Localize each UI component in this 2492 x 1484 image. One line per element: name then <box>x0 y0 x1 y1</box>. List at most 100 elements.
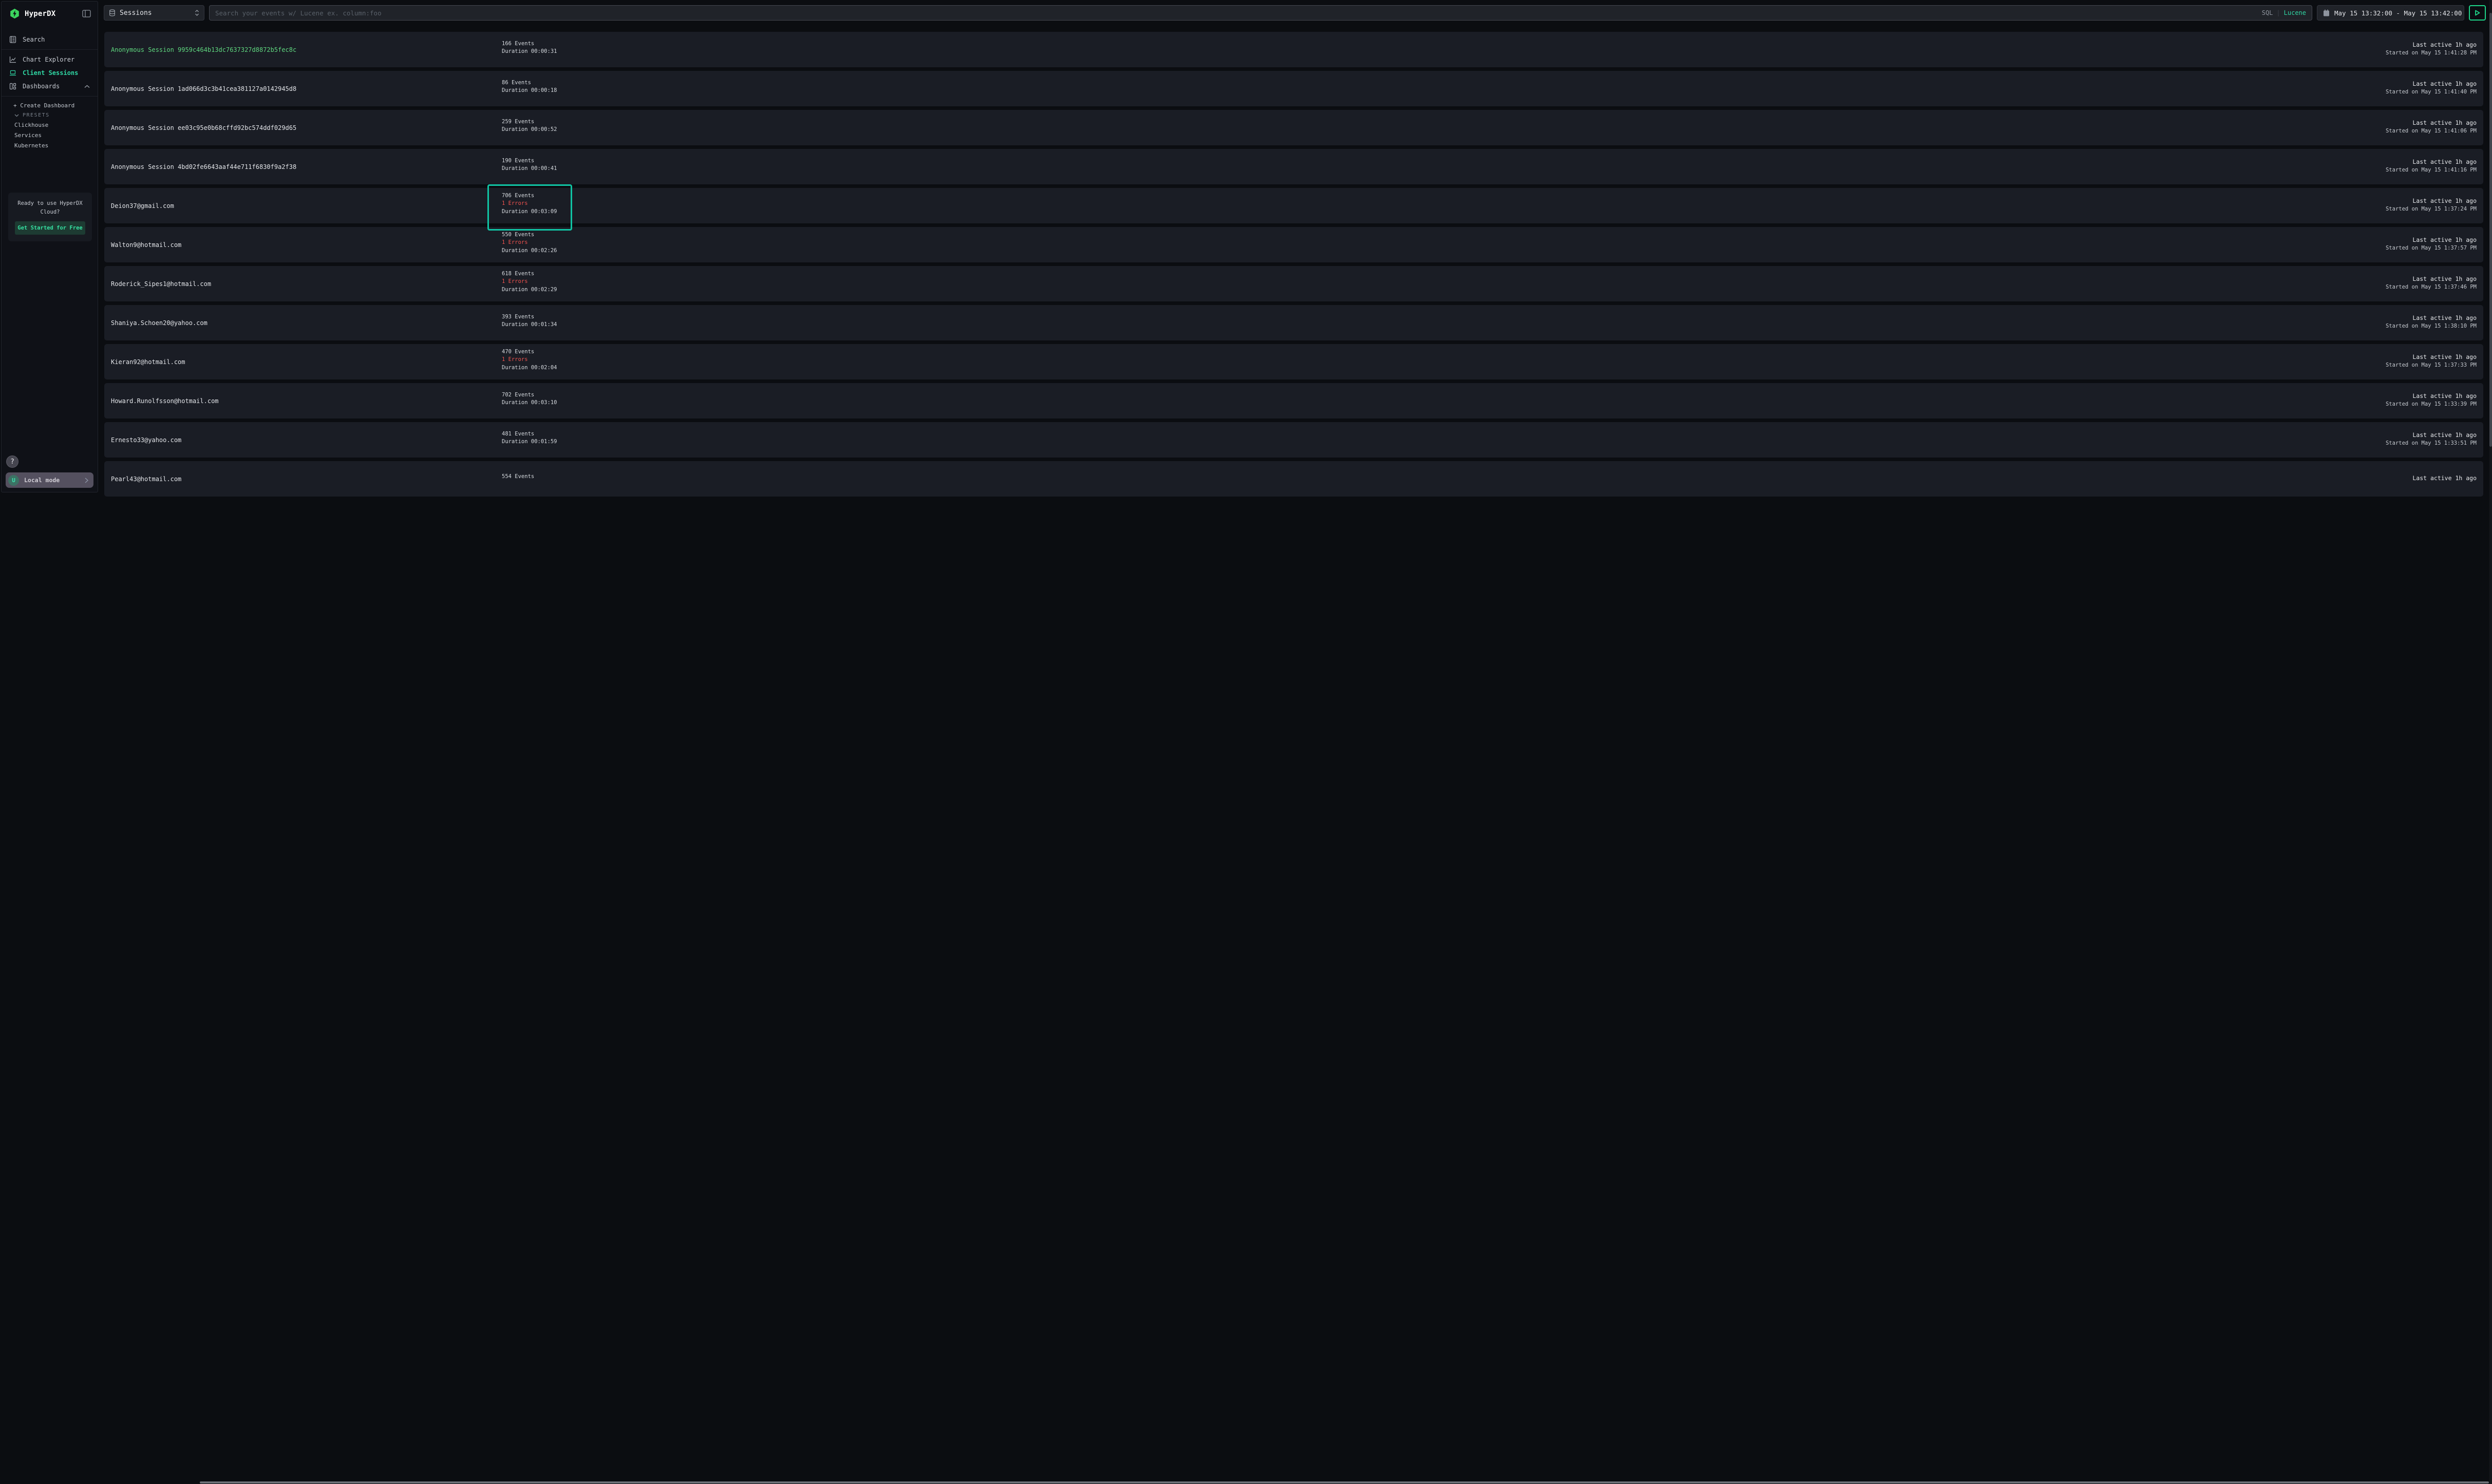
sidebar-item-label: Chart Explorer <box>23 56 74 63</box>
session-started: Started on May 15 1:41:16 PM <box>2386 167 2477 173</box>
session-name: Anonymous Session ee03c95e0b68cffd92bc57… <box>111 124 296 131</box>
horizontal-scrollbar[interactable] <box>200 1481 2489 1484</box>
session-events: 706 Events <box>502 192 557 200</box>
session-row[interactable]: Deion37@gmail.com 706 Events 1 Errors Du… <box>104 188 2483 223</box>
session-stats: 166 Events Duration 00:00:31 <box>502 32 557 64</box>
session-times: Last active 1h ago Started on May 15 1:4… <box>2386 149 2477 182</box>
chevron-down-icon <box>14 114 19 117</box>
create-dashboard-button[interactable]: + Create Dashboard <box>2 100 98 111</box>
session-row[interactable]: Kieran92@hotmail.com 470 Events 1 Errors… <box>104 344 2483 379</box>
session-last-active: Last active 1h ago <box>2412 80 2477 87</box>
session-row[interactable]: Anonymous Session ee03c95e0b68cffd92bc57… <box>104 110 2483 145</box>
session-times: Last active 1h ago Started on May 15 1:3… <box>2386 344 2477 377</box>
search-input[interactable]: Search your events w/ Lucene ex. column:… <box>209 5 2312 21</box>
session-events: 86 Events <box>502 79 557 87</box>
laptop-icon <box>9 69 17 77</box>
collapse-sidebar-icon[interactable] <box>82 10 91 17</box>
sidebar-item-chart-explorer[interactable]: Chart Explorer <box>2 53 98 66</box>
sidebar: HyperDX Search Chart Explorer <box>1 1 98 492</box>
session-stats: 393 Events Duration 00:01:34 <box>502 305 557 337</box>
session-row[interactable]: Shaniya.Schoen20@yahoo.com 393 Events Du… <box>104 305 2483 340</box>
session-times: Last active 1h ago Started on May 15 1:4… <box>2386 110 2477 143</box>
session-last-active: Last active 1h ago <box>2412 353 2477 360</box>
sidebar-item-client-sessions[interactable]: Client Sessions <box>2 66 98 80</box>
session-duration: Duration 00:00:52 <box>502 126 557 134</box>
session-name: Ernesto33@yahoo.com <box>111 436 181 444</box>
session-row[interactable]: Anonymous Session 1ad066d3c3b41cea381127… <box>104 71 2483 106</box>
session-events: 470 Events <box>502 348 557 356</box>
preset-clickhouse[interactable]: Clickhouse <box>2 120 98 130</box>
user-avatar: U <box>8 475 19 486</box>
presets-label-text: PRESETS <box>23 112 50 118</box>
session-duration: Duration 00:03:09 <box>502 208 557 216</box>
session-events: 481 Events <box>502 430 557 439</box>
chevron-right-icon <box>85 478 88 483</box>
search-placeholder: Search your events w/ Lucene ex. column:… <box>215 9 382 17</box>
session-row[interactable]: Howard.Runolfsson@hotmail.com 702 Events… <box>104 383 2483 418</box>
get-started-button[interactable]: Get Started for Free <box>15 221 85 235</box>
session-errors: 1 Errors <box>502 200 557 208</box>
session-times: Last active 1h ago Started on May 15 1:3… <box>2386 383 2477 416</box>
sql-mode-button[interactable]: SQL <box>2262 9 2273 16</box>
session-name: Pearl43@hotmail.com <box>111 475 181 483</box>
query-language-toggle: SQL | Lucene <box>2262 9 2306 16</box>
sidebar-header: HyperDX <box>2 2 98 19</box>
session-events: 190 Events <box>502 157 557 165</box>
chevron-up-icon <box>84 85 90 88</box>
session-stats: 554 Events <box>502 461 534 493</box>
session-times: Last active 1h ago <box>2412 461 2477 494</box>
session-row[interactable]: Pearl43@hotmail.com 554 Events Last acti… <box>104 461 2483 497</box>
session-stats: 550 Events 1 Errors Duration 00:02:26 <box>502 227 557 259</box>
session-times: Last active 1h ago Started on May 15 1:3… <box>2386 266 2477 299</box>
session-started: Started on May 15 1:33:39 PM <box>2386 401 2477 407</box>
session-row[interactable]: Anonymous Session 9959c464b13dc7637327d8… <box>104 32 2483 67</box>
sidebar-item-label: Search <box>23 36 45 43</box>
session-name: Anonymous Session 1ad066d3c3b41cea381127… <box>111 85 296 92</box>
session-duration: Duration 00:01:59 <box>502 438 557 446</box>
sidebar-item-search[interactable]: Search <box>2 33 98 46</box>
vertical-scrollbar[interactable] <box>2489 0 2492 1484</box>
session-events: 702 Events <box>502 391 557 399</box>
session-row[interactable]: Ernesto33@yahoo.com 481 Events Duration … <box>104 422 2483 458</box>
vertical-scrollbar-thumb[interactable] <box>2489 13 2492 447</box>
sidebar-item-dashboards[interactable]: Dashboards <box>2 80 98 93</box>
run-search-button[interactable] <box>2469 5 2486 21</box>
preset-services[interactable]: Services <box>2 130 98 140</box>
session-stats: 470 Events 1 Errors Duration 00:02:04 <box>502 344 557 376</box>
session-last-active: Last active 1h ago <box>2412 275 2477 282</box>
session-duration: Duration 00:00:18 <box>502 87 557 95</box>
date-range-input[interactable]: May 15 13:32:00 - May 15 13:42:00 <box>2317 5 2464 21</box>
session-last-active: Last active 1h ago <box>2412 197 2477 204</box>
session-started: Started on May 15 1:37:24 PM <box>2386 206 2477 212</box>
session-started: Started on May 15 1:41:28 PM <box>2386 50 2477 56</box>
sidebar-spacer <box>2 241 98 455</box>
session-times: Last active 1h ago Started on May 15 1:4… <box>2386 71 2477 104</box>
session-errors: 1 Errors <box>502 356 557 364</box>
session-row[interactable]: Anonymous Session 4bd02fe6643aaf44e711f6… <box>104 149 2483 184</box>
session-stats: 86 Events Duration 00:00:18 <box>502 71 557 103</box>
session-stats: 702 Events Duration 00:03:10 <box>502 383 557 415</box>
horizontal-scrollbar-thumb[interactable] <box>200 1481 2489 1483</box>
hyperdx-logo-icon <box>9 8 20 19</box>
chart-icon <box>9 56 17 63</box>
session-stats: 190 Events Duration 00:00:41 <box>502 149 557 181</box>
source-select[interactable]: Sessions <box>104 5 204 21</box>
session-row[interactable]: Roderick_Sipes1@hotmail.com 618 Events 1… <box>104 266 2483 301</box>
sidebar-item-label: Client Sessions <box>23 69 78 77</box>
session-row[interactable]: Walton9@hotmail.com 550 Events 1 Errors … <box>104 227 2483 262</box>
preset-kubernetes[interactable]: Kubernetes <box>2 140 98 150</box>
session-stats: 481 Events Duration 00:01:59 <box>502 422 557 454</box>
session-last-active: Last active 1h ago <box>2412 392 2477 399</box>
help-button[interactable]: ? <box>6 455 18 468</box>
brand-title: HyperDX <box>25 10 55 18</box>
session-stats: 706 Events 1 Errors Duration 00:03:09 <box>502 188 557 220</box>
session-name: Kieran92@hotmail.com <box>111 358 185 366</box>
local-mode-pill[interactable]: U Local mode <box>6 472 93 488</box>
session-times: Last active 1h ago Started on May 15 1:3… <box>2386 422 2477 455</box>
session-events: 393 Events <box>502 313 557 321</box>
session-times: Last active 1h ago Started on May 15 1:4… <box>2386 32 2477 65</box>
select-chevrons-icon <box>195 9 199 16</box>
presets-toggle[interactable]: PRESETS <box>2 111 98 120</box>
lucene-mode-button[interactable]: Lucene <box>2284 9 2306 16</box>
main-content: Sessions Search your events w/ Lucene ex… <box>99 0 2492 1484</box>
